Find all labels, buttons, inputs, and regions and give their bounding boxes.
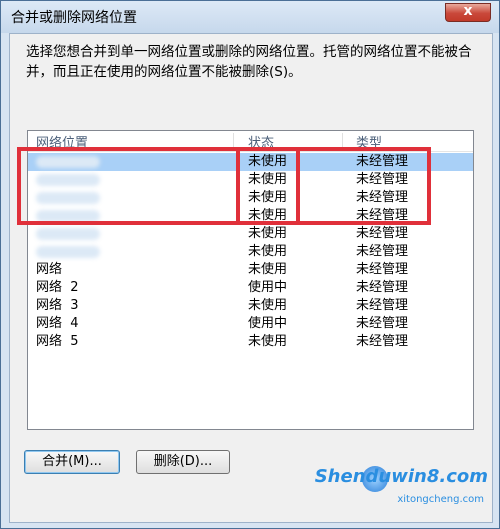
annotation-highlight-status bbox=[236, 147, 300, 225]
row-type: 未经管理 bbox=[356, 316, 409, 331]
row-status: 未使用 bbox=[248, 262, 288, 277]
row-status: 未使用 bbox=[248, 244, 288, 259]
table-row[interactable]: 未使用 未经管理 bbox=[28, 225, 473, 243]
row-status: 未使用 bbox=[248, 226, 288, 241]
title-bar[interactable]: 合并或删除网络位置 x bbox=[1, 1, 499, 33]
instructions-text: 选择您想合并到单一网络位置或删除的网络位置。托管的网络位置不能被合并，而且正在使… bbox=[26, 44, 472, 80]
watermark-text: Shenduwin8.com bbox=[314, 466, 488, 487]
table-row[interactable]: 网络 4 使用中 未经管理 bbox=[28, 315, 473, 333]
window-title: 合并或删除网络位置 bbox=[11, 10, 137, 26]
row-status: 使用中 bbox=[248, 316, 288, 331]
row-type: 未经管理 bbox=[356, 298, 409, 313]
merge-button[interactable]: 合并(M)... bbox=[24, 450, 120, 474]
dialog-body: 选择您想合并到单一网络位置或删除的网络位置。托管的网络位置不能被合并，而且正在使… bbox=[9, 33, 493, 523]
close-icon: x bbox=[463, 3, 473, 19]
row-status: 未使用 bbox=[248, 298, 288, 313]
blurred-network-name bbox=[36, 228, 100, 240]
row-status: 未使用 bbox=[248, 334, 288, 349]
row-name: 网络 2 bbox=[36, 280, 79, 295]
row-name: 网络 5 bbox=[36, 334, 79, 349]
blurred-network-name bbox=[36, 246, 100, 258]
table-row[interactable]: 未使用 未经管理 bbox=[28, 243, 473, 261]
delete-button[interactable]: 删除(D)... bbox=[136, 450, 230, 474]
annotation-highlight-rows bbox=[17, 147, 431, 225]
table-row[interactable]: 网络 3 未使用 未经管理 bbox=[28, 297, 473, 315]
row-status: 使用中 bbox=[248, 280, 288, 295]
row-type: 未经管理 bbox=[356, 226, 409, 241]
table-row[interactable]: 网络 2 使用中 未经管理 bbox=[28, 279, 473, 297]
row-type: 未经管理 bbox=[356, 334, 409, 349]
watermark: Shenduwin8.com xitongcheng.com bbox=[315, 458, 492, 516]
row-name: 网络 3 bbox=[36, 298, 79, 313]
watermark-subtext: xitongcheng.com bbox=[397, 494, 484, 505]
row-name: 网络 4 bbox=[36, 316, 79, 331]
table-row[interactable]: 网络 未使用 未经管理 bbox=[28, 261, 473, 279]
close-button[interactable]: x bbox=[445, 3, 491, 22]
row-name: 网络 bbox=[36, 262, 63, 277]
table-row[interactable]: 网络 5 未使用 未经管理 bbox=[28, 333, 473, 351]
row-type: 未经管理 bbox=[356, 262, 409, 277]
row-type: 未经管理 bbox=[356, 244, 409, 259]
row-type: 未经管理 bbox=[356, 280, 409, 295]
merge-delete-network-dialog: 合并或删除网络位置 x 选择您想合并到单一网络位置或删除的网络位置。托管的网络位… bbox=[0, 0, 500, 529]
